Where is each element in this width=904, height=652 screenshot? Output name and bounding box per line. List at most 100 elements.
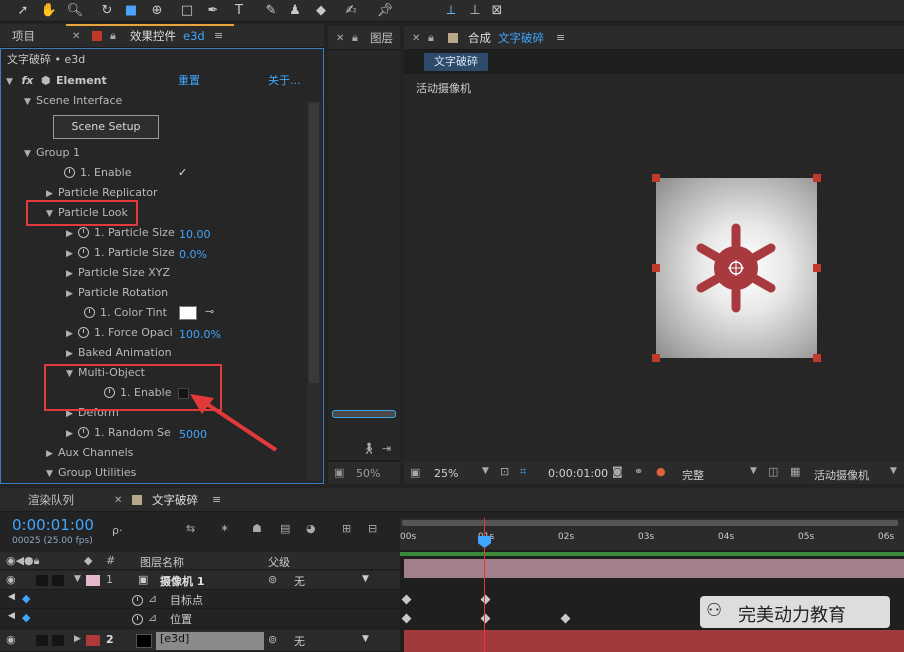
tab-timeline-comp[interactable]: 文字破碎 bbox=[152, 488, 198, 512]
snapshot-icon[interactable]: ▣ bbox=[334, 466, 344, 479]
particle-size-value[interactable]: 10.00 bbox=[179, 225, 211, 245]
color-icon[interactable]: ● bbox=[656, 465, 666, 478]
expand-icon[interactable]: ▶ bbox=[66, 344, 78, 364]
layer-row[interactable]: ◉ ▼ 1 ▣ 摄像机 1 ⊚ 无 ▼ bbox=[0, 571, 400, 590]
expand-icon[interactable]: ▶ bbox=[66, 424, 78, 444]
tab-layer[interactable]: 图层 bbox=[370, 26, 393, 50]
add-keyframe-icon[interactable]: ◆ bbox=[22, 592, 30, 605]
selection-icon[interactable]: ➚ bbox=[14, 2, 32, 20]
camera-layer-bar[interactable] bbox=[404, 559, 904, 578]
clone-stamp-icon[interactable]: ♟ bbox=[286, 2, 304, 20]
property-row[interactable]: ◀ ◆ ⊿ 目标点 bbox=[0, 590, 400, 609]
collapse-icon[interactable]: ▼ bbox=[6, 72, 18, 92]
stopwatch-icon[interactable] bbox=[64, 167, 75, 178]
chevron-down-icon[interactable]: ▼ bbox=[362, 574, 369, 584]
close-icon[interactable]: ✕ bbox=[336, 33, 344, 44]
stopwatch-icon[interactable] bbox=[132, 613, 148, 626]
baked-animation-row[interactable]: ▶ Baked Animation bbox=[66, 343, 172, 363]
timeline-track-area[interactable]: 00s 01s 02s 03s 04s 05s 06s bbox=[400, 518, 904, 652]
panel-menu-icon[interactable]: ≡ bbox=[556, 31, 565, 44]
reset-link[interactable]: 重置 bbox=[178, 71, 200, 91]
col-parent[interactable]: 父级 bbox=[268, 554, 290, 570]
col-layer-name[interactable]: 图层名称 bbox=[140, 554, 184, 570]
scrollbar-thumb[interactable] bbox=[309, 103, 319, 383]
timeline-settings-icon[interactable]: ⊟ bbox=[368, 522, 377, 535]
pickwhip-icon[interactable]: ⊚ bbox=[268, 633, 277, 646]
keyframe[interactable] bbox=[480, 613, 491, 624]
comp-zoom[interactable]: 25% bbox=[434, 467, 458, 480]
tab-composition[interactable]: 合成 bbox=[468, 26, 491, 50]
camera-view-select[interactable]: 活动摄像机 bbox=[814, 467, 869, 483]
zoom-icon[interactable]: 🔍︎ bbox=[66, 2, 84, 20]
text-icon[interactable]: T bbox=[230, 2, 248, 20]
layer-label-color[interactable] bbox=[86, 635, 100, 646]
layer-zoom[interactable]: 50% bbox=[356, 467, 380, 480]
tab-effect-controls[interactable]: 效果控件 bbox=[130, 24, 176, 48]
ripple-icon[interactable]: ⇥ bbox=[382, 442, 391, 455]
comp-breadcrumb-chip[interactable]: 文字破碎 bbox=[424, 53, 488, 71]
stopwatch-icon[interactable] bbox=[78, 327, 89, 338]
brush-icon[interactable]: ✎ bbox=[262, 2, 280, 20]
comp-viewer[interactable]: 活动摄像机 bbox=[404, 74, 904, 462]
tab-project[interactable]: 项目 bbox=[12, 24, 35, 48]
expand-icon[interactable]: ▶ bbox=[74, 634, 81, 644]
scene-interface-row[interactable]: ▼ Scene Interface bbox=[24, 91, 122, 111]
frame-handle[interactable] bbox=[652, 174, 660, 182]
layer-row[interactable]: ◉ ▶ 2 [e3d] ⊚ 无 ▼ bbox=[0, 630, 400, 652]
enable1-checkbox[interactable]: ✓ bbox=[178, 163, 187, 183]
walk-icon[interactable]: 🚶︎ bbox=[362, 442, 376, 455]
eye-icon[interactable]: ◉ bbox=[6, 633, 16, 646]
lock-icon[interactable]: 🔒︎ bbox=[352, 31, 358, 45]
color-tint-swatch[interactable] bbox=[179, 306, 197, 320]
rotate-icon[interactable]: ↻ bbox=[98, 2, 116, 20]
eye-icon[interactable]: ◉ bbox=[6, 573, 16, 586]
frame-blend-icon[interactable]: ▤ bbox=[280, 522, 290, 535]
stopwatch-icon[interactable] bbox=[132, 594, 148, 607]
transparency-grid-icon[interactable]: ▦ bbox=[790, 465, 800, 478]
particle-size-pct-value[interactable]: 0.0% bbox=[179, 245, 207, 265]
property-row[interactable]: ◀ ◆ ⊿ 位置 bbox=[0, 609, 400, 628]
frame-handle[interactable] bbox=[813, 264, 821, 272]
tab-render-queue[interactable]: 渲染队列 bbox=[28, 488, 74, 512]
draft-3d-icon[interactable]: ✶ bbox=[220, 522, 229, 535]
roi-icon[interactable]: ⊡ bbox=[500, 465, 509, 478]
region-icon[interactable]: ◫ bbox=[768, 465, 778, 478]
prev-keyframe-icon[interactable]: ◀ bbox=[8, 611, 15, 621]
chevron-down-icon[interactable]: ▼ bbox=[482, 466, 489, 476]
stopwatch-icon[interactable] bbox=[78, 427, 89, 438]
work-area-bar[interactable] bbox=[402, 520, 898, 526]
panel-menu-icon[interactable]: ≡ bbox=[212, 493, 221, 506]
parent-select[interactable]: 无 bbox=[294, 633, 305, 649]
hand-icon[interactable]: ✋ bbox=[40, 2, 58, 20]
pan-behind-icon[interactable]: ⊕ bbox=[148, 2, 166, 20]
lock-icon[interactable]: 🔒︎ bbox=[110, 29, 116, 43]
camera-snapshot-icon[interactable]: ◙ bbox=[612, 465, 623, 478]
layer-label-color[interactable] bbox=[86, 575, 100, 586]
keyframe[interactable] bbox=[480, 594, 491, 605]
frame-handle[interactable] bbox=[813, 174, 821, 182]
camera-icon[interactable]: ■ bbox=[122, 2, 140, 20]
expand-icon[interactable]: ▶ bbox=[66, 264, 78, 284]
prev-keyframe-icon[interactable]: ◀ bbox=[8, 592, 15, 602]
solo-box[interactable] bbox=[36, 575, 48, 586]
graph-icon[interactable]: ⊿ bbox=[148, 592, 157, 605]
axis-local-icon[interactable]: ⟂ bbox=[442, 2, 460, 20]
parent-select[interactable]: 无 bbox=[294, 573, 305, 589]
about-link[interactable]: 关于... bbox=[268, 71, 301, 91]
rectangle-icon[interactable]: □ bbox=[178, 2, 196, 20]
particle-rotation-row[interactable]: ▶ Particle Rotation bbox=[66, 283, 168, 303]
comp-frame[interactable] bbox=[652, 174, 821, 362]
force-opacity-value[interactable]: 100.0% bbox=[179, 325, 221, 345]
effect-header-row[interactable]: ▼ fx ⬢ Element bbox=[6, 71, 306, 91]
lock-icon[interactable]: 🔒︎ bbox=[428, 31, 434, 45]
add-keyframe-icon[interactable]: ◆ bbox=[22, 611, 30, 624]
eyedropper-icon[interactable]: ⊸ bbox=[205, 305, 214, 318]
expand-icon[interactable]: ▶ bbox=[66, 244, 78, 264]
chevron-down-icon[interactable]: ▼ bbox=[750, 466, 757, 476]
layer-time-slider[interactable] bbox=[332, 410, 396, 418]
grid-icon[interactable]: ⌗ bbox=[520, 465, 526, 479]
axis-view-icon[interactable]: ⊠ bbox=[488, 2, 506, 20]
motion-blur-icon[interactable]: ◕ bbox=[306, 522, 316, 535]
expand-icon[interactable]: ▶ bbox=[66, 324, 78, 344]
comp-timecode[interactable]: 0:00:01:00 bbox=[548, 467, 608, 480]
